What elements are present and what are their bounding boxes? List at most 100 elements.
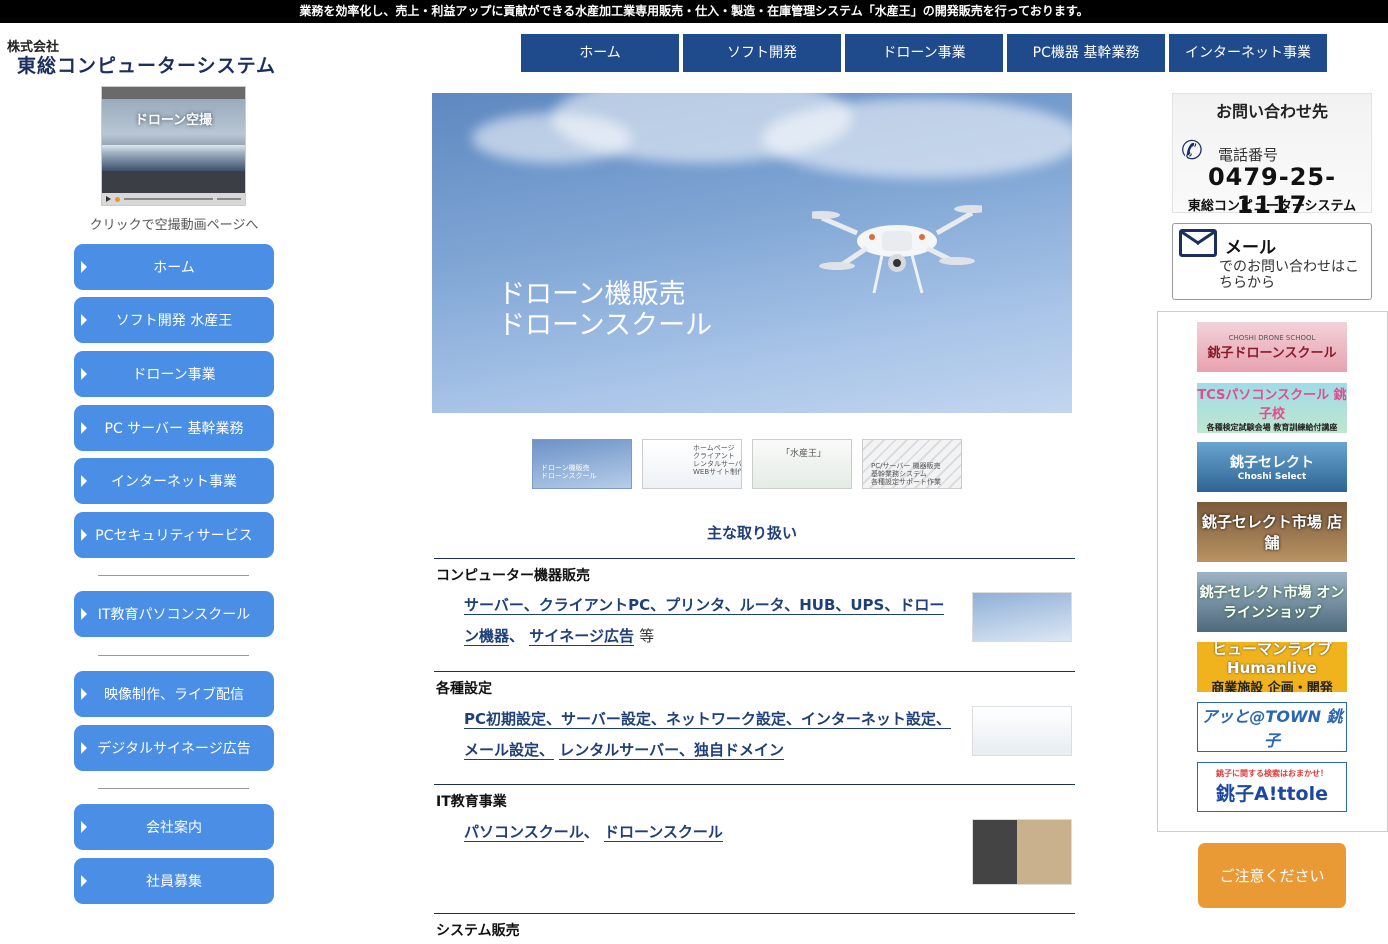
top-nav-pc[interactable]: PC機器 基幹業務 <box>1007 34 1165 72</box>
banner-main: アッと@TOWN 銚子 <box>1201 707 1343 750</box>
left-nav-home[interactable]: ホーム <box>74 244 274 290</box>
video-sea-image <box>102 145 245 171</box>
banner-main: 銚子セレクト <box>1230 455 1314 471</box>
banner-attole[interactable]: 銚子に関する検索はおまかせ！ 銚子A!ttole <box>1197 762 1347 812</box>
chevron-right-icon <box>81 688 87 700</box>
left-nav-company[interactable]: 会社案内 <box>74 804 274 850</box>
category-links: PC初期設定、サーバー設定、ネットワーク設定、インターネット設定、メール設定、 … <box>464 704 958 766</box>
banner-humanlive[interactable]: ヒューマンライブ Humanlive 商業施設 企画・開発 <box>1197 642 1347 692</box>
category-link[interactable]: レンタルサーバー、独自ドメイン <box>559 741 784 760</box>
thumbnail-suisan[interactable]: 「水産王」 <box>752 439 852 489</box>
contact-title: お問い合わせ先 <box>1215 102 1328 121</box>
chevron-right-icon <box>81 821 87 833</box>
banner-main: 銚子セレクト市場 店舗 <box>1201 513 1343 552</box>
banner-select-market-store[interactable]: 銚子セレクト市場 店舗 <box>1197 502 1347 562</box>
banner-main: 銚子セレクト市場 オンラインショップ <box>1199 585 1345 621</box>
hero-line-2: ドローンスクール <box>498 310 713 341</box>
left-nav-label: PC サーバー 基幹業務 <box>104 421 244 437</box>
chevron-right-icon <box>81 742 87 754</box>
company-logo[interactable]: 東総コンピューターシステム <box>17 51 276 78</box>
banner-at-town[interactable]: アッと@TOWN 銚子 <box>1197 702 1347 752</box>
video-caption[interactable]: クリックで空撮動画ページへ <box>74 214 274 233</box>
banner-drone-school[interactable]: CHOSHI DRONE SCHOOL 銚子ドローンスクール <box>1197 322 1347 372</box>
category-links: パソコンスクール、 ドローンスクール <box>464 823 723 842</box>
thumbnail-pc-server[interactable]: PC/サーバー 機器販売 基幹業務システム 各種設定サポート作業 <box>862 439 962 489</box>
phone-contact-banner[interactable]: お問い合わせ先 ✆ 電話番号 0479-25-1117 東総コンピューターシステ… <box>1172 93 1372 219</box>
category-heading: 各種設定 <box>436 681 492 697</box>
category-link[interactable]: パソコンスクール <box>464 823 584 842</box>
banner-select-market-online[interactable]: 銚子セレクト市場 オンラインショップ <box>1197 572 1347 632</box>
nav-divider <box>98 655 249 656</box>
top-nav-home[interactable]: ホーム <box>521 34 679 72</box>
left-nav-recruit[interactable]: 社員募集 <box>74 858 274 904</box>
thumbnail-text: ホームページ クライアント レンタルサーバー WEBサイト制作 <box>693 444 742 476</box>
chevron-right-icon <box>81 422 87 434</box>
left-nav-internet[interactable]: インターネット事業 <box>74 458 274 504</box>
phone-label: 電話番号 <box>1218 146 1279 164</box>
top-nav-internet[interactable]: インターネット事業 <box>1169 34 1327 72</box>
slider-thumbnails: ドローン機販売 ドローンスクール ホームページ クライアント レンタルサーバー … <box>532 439 962 489</box>
hero-caption: ドローン機販売 ドローンスクール <box>498 279 712 341</box>
top-nav-drone[interactable]: ドローン事業 <box>845 34 1003 72</box>
left-nav-pc-server[interactable]: PC サーバー 基幹業務 <box>74 405 274 451</box>
top-nav-software[interactable]: ソフト開発 <box>683 34 841 72</box>
chevron-right-icon <box>81 368 87 380</box>
left-nav-label: インターネット事業 <box>111 474 237 490</box>
category-image <box>972 706 1072 756</box>
section-divider <box>434 913 1075 914</box>
banner-sub: 各種検定試験会場 教育訓練給付講座 <box>1206 422 1338 432</box>
aerial-video-thumbnail[interactable]: ドローン空撮 <box>101 86 246 206</box>
left-nav-pc-school[interactable]: IT教育パソコンスクール <box>74 591 274 637</box>
thumbnail-text: ドローン機販売 ドローンスクール <box>541 464 597 480</box>
thumbnail-web[interactable]: ホームページ クライアント レンタルサーバー WEBサイト制作 <box>642 439 742 489</box>
left-nav-security[interactable]: PCセキュリティサービス <box>74 512 274 558</box>
mail-icon <box>1179 229 1217 257</box>
left-nav-label: 映像制作、ライブ配信 <box>104 687 244 703</box>
banner-sub: 銚子に関する検索はおまかせ！ <box>1216 769 1328 778</box>
category-link[interactable]: サイネージ広告 <box>529 627 634 646</box>
nav-divider <box>98 788 249 789</box>
video-header-bar <box>102 87 245 99</box>
category-heading: システム販売 <box>436 923 520 939</box>
partner-banners: CHOSHI DRONE SCHOOL 銚子ドローンスクール TCSパソコンスク… <box>1157 311 1388 832</box>
thumbnail-drone[interactable]: ドローン機販売 ドローンスクール <box>532 439 632 489</box>
caution-button[interactable]: ご注意ください <box>1198 843 1346 908</box>
nav-divider <box>98 575 249 576</box>
thumbnail-text: PC/サーバー 機器販売 基幹業務システム 各種設定サポート作業 <box>871 462 941 486</box>
hero-slider[interactable]: ドローン機販売 ドローンスクール <box>432 93 1072 413</box>
section-title: 主な取り扱い <box>706 524 797 542</box>
mail-contact-button[interactable]: メール でのお問い合わせはこちらから <box>1172 223 1372 300</box>
category-links: サーバー、クライアントPC、プリンタ、ルータ、HUB、UPS、ドローン機器、 サ… <box>464 596 945 646</box>
play-icon[interactable] <box>106 196 111 202</box>
left-nav-label: 会社案内 <box>146 820 202 836</box>
cloud <box>472 113 632 163</box>
left-nav-label: ホーム <box>153 260 195 276</box>
hero-line-1: ドローン機販売 <box>498 279 686 310</box>
video-controls <box>102 193 245 205</box>
left-nav-video-production[interactable]: 映像制作、ライブ配信 <box>74 671 274 717</box>
left-nav-drone[interactable]: ドローン事業 <box>74 351 274 397</box>
seek-bar[interactable] <box>124 198 213 200</box>
left-nav-label: PCセキュリティサービス <box>95 528 253 544</box>
left-nav-label: デジタルサイネージ広告 <box>97 741 251 757</box>
seek-knob[interactable] <box>115 196 120 202</box>
left-nav-signage[interactable]: デジタルサイネージ広告 <box>74 725 274 771</box>
banner-main: 銚子ドローンスクール <box>1207 345 1337 361</box>
volume-bar[interactable] <box>217 198 241 200</box>
top-nav: ホーム ソフト開発 ドローン事業 PC機器 基幹業務 インターネット事業 <box>521 34 1327 72</box>
left-nav-label: ドローン事業 <box>132 367 216 383</box>
chevron-right-icon <box>81 529 87 541</box>
left-nav-software[interactable]: ソフト開発 水産王 <box>74 297 274 343</box>
left-nav-label: ソフト開発 水産王 <box>115 313 233 329</box>
contact-company: 東総コンピューターシステム <box>1187 199 1357 214</box>
banner-pc-school[interactable]: TCSパソコンスクール 銚子校 各種検定試験会場 教育訓練給付講座 <box>1197 383 1347 433</box>
category-link[interactable]: ドローンスクール <box>603 823 723 842</box>
left-nav-label: IT教育パソコンスクール <box>97 607 251 623</box>
phone-icon: ✆ <box>1181 136 1203 166</box>
mail-description: でのお問い合わせはこちらから <box>1219 259 1359 291</box>
chevron-right-icon <box>81 261 87 273</box>
banner-choshi-select[interactable]: 銚子セレクト Choshi Select <box>1197 442 1347 492</box>
banner-sub: Choshi Select <box>1237 472 1307 482</box>
top-announcement: 業務を効率化し、売上・利益アップに貢献ができる水産加工業専用販売・仕入・製造・在… <box>0 0 1388 23</box>
category-image <box>972 819 1072 885</box>
